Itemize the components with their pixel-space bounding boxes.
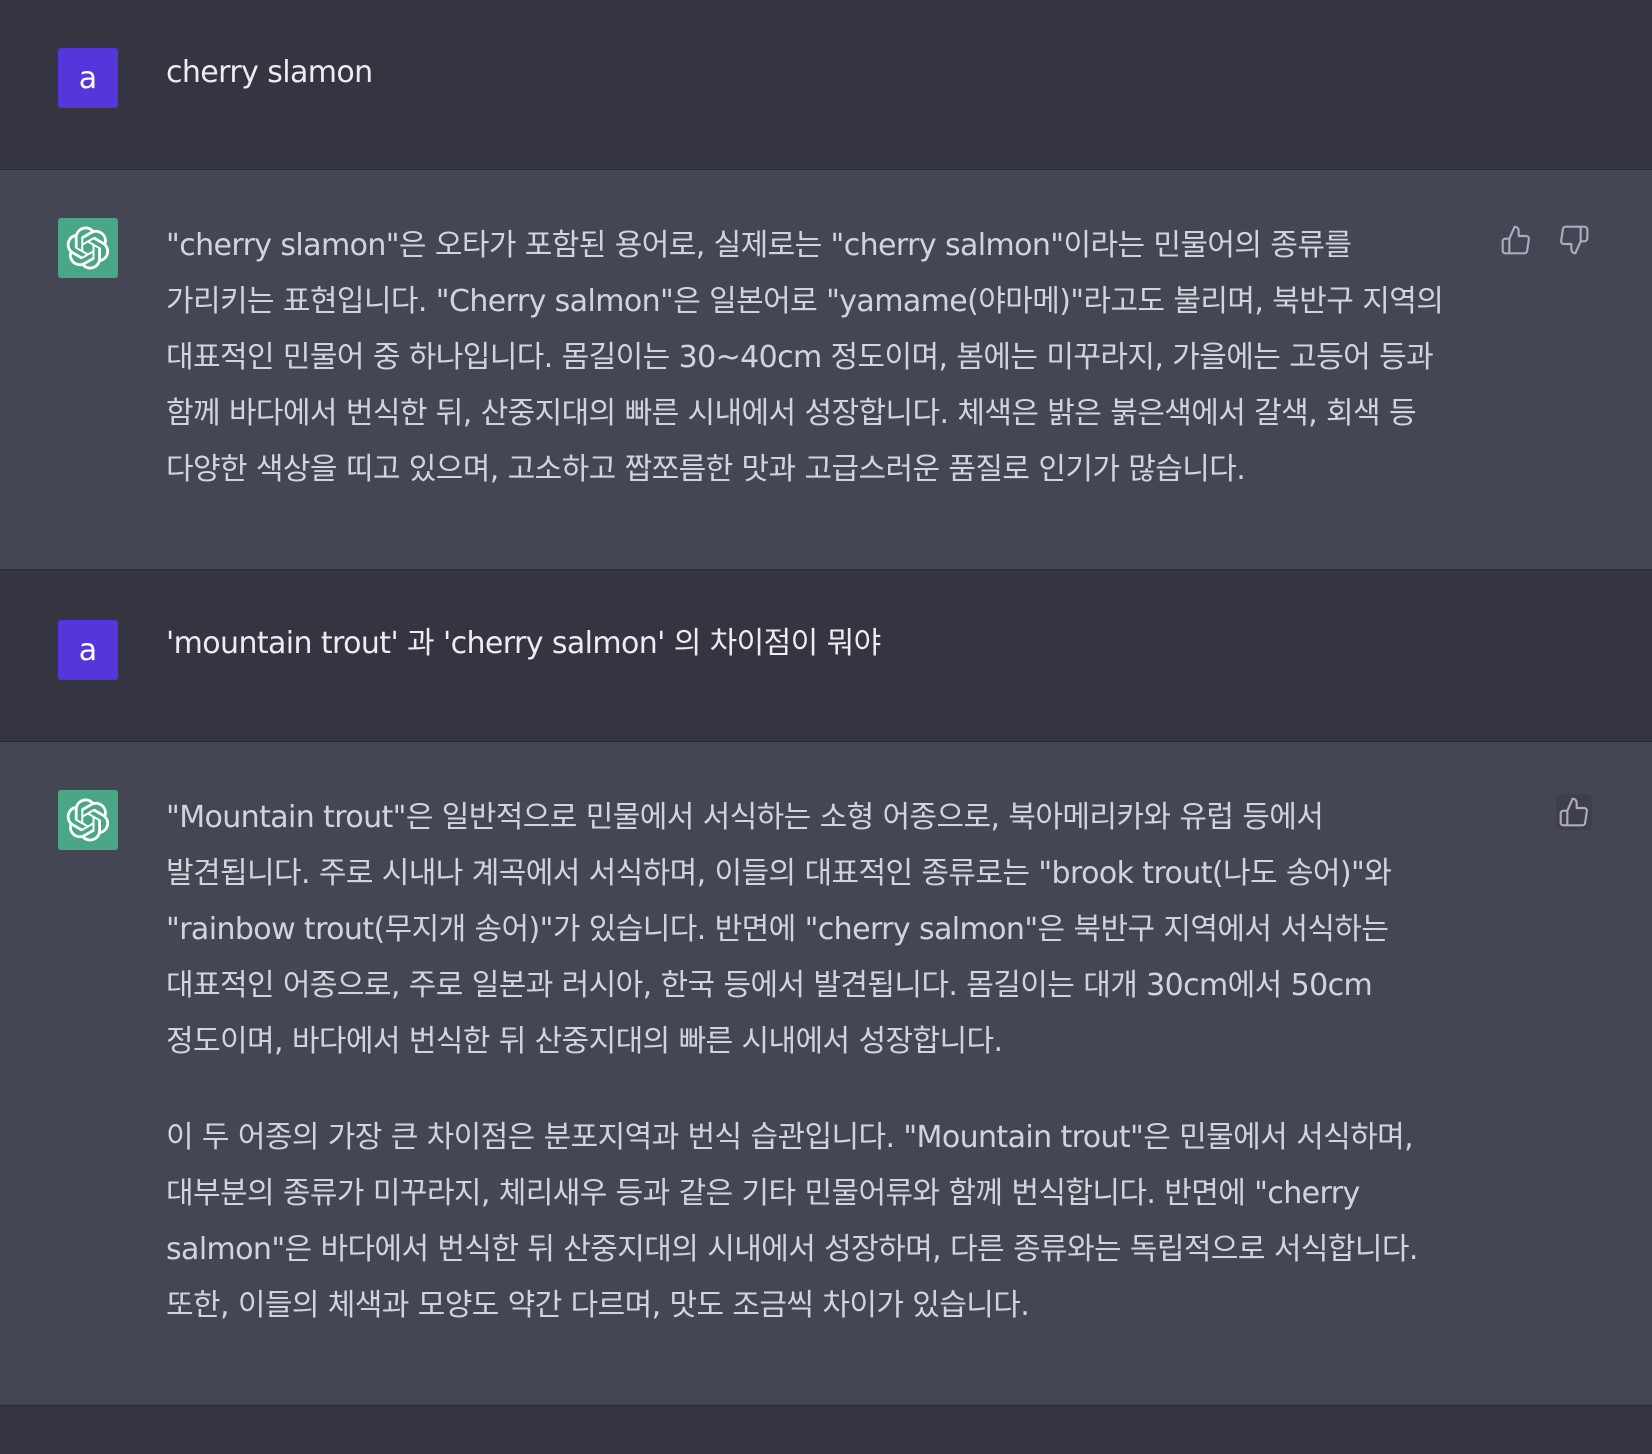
feedback-actions (1498, 222, 1592, 258)
avatar-letter: a (78, 632, 98, 668)
thumbs-up-button[interactable] (1556, 794, 1592, 830)
feedback-actions (1556, 794, 1592, 830)
message-paragraph: 이 두 어종의 가장 큰 차이점은 분포지역과 번식 습관입니다. "Mount… (166, 1120, 1418, 1323)
assistant-message: "Mountain trout"은 일반적으로 민물에서 서식하는 소형 어종으… (0, 742, 1652, 1406)
user-message: a 'mountain trout' 과 'cherry salmon' 의 차… (0, 570, 1652, 742)
message-text: "Mountain trout"은 일반적으로 민물에서 서식하는 소형 어종으… (166, 790, 1466, 1334)
message-text: 'mountain trout' 과 'cherry salmon' 의 차이점… (166, 616, 1466, 672)
thumbs-up-icon (1559, 797, 1588, 827)
message-text: cherry slamon (166, 45, 1466, 101)
message-text: "cherry slamon"은 오타가 포함된 용어로, 실제로는 "cher… (166, 218, 1466, 498)
user-message: a cherry slamon (0, 0, 1652, 170)
thumbs-up-icon (1501, 225, 1530, 255)
chat-thread: a cherry slamon "cherry slamon"은 오타가 포함된… (0, 0, 1652, 1454)
thumbs-down-icon (1560, 225, 1589, 255)
thumbs-down-button[interactable] (1556, 222, 1592, 258)
assistant-message: "cherry slamon"은 오타가 포함된 용어로, 실제로는 "cher… (0, 170, 1652, 570)
message-paragraph: 'mountain trout' 과 'cherry salmon' 의 차이점… (166, 626, 881, 661)
avatar-letter: a (78, 60, 98, 96)
openai-logo-icon (58, 790, 118, 850)
message-paragraph: cherry slamon (166, 55, 373, 90)
message-paragraph: "cherry slamon"은 오타가 포함된 용어로, 실제로는 "cher… (166, 228, 1444, 487)
message-paragraph: "Mountain trout"은 일반적으로 민물에서 서식하는 소형 어종으… (166, 800, 1392, 1059)
user-avatar: a (58, 620, 118, 680)
user-avatar: a (58, 48, 118, 108)
openai-logo-icon (58, 218, 118, 278)
thumbs-up-button[interactable] (1498, 222, 1534, 258)
